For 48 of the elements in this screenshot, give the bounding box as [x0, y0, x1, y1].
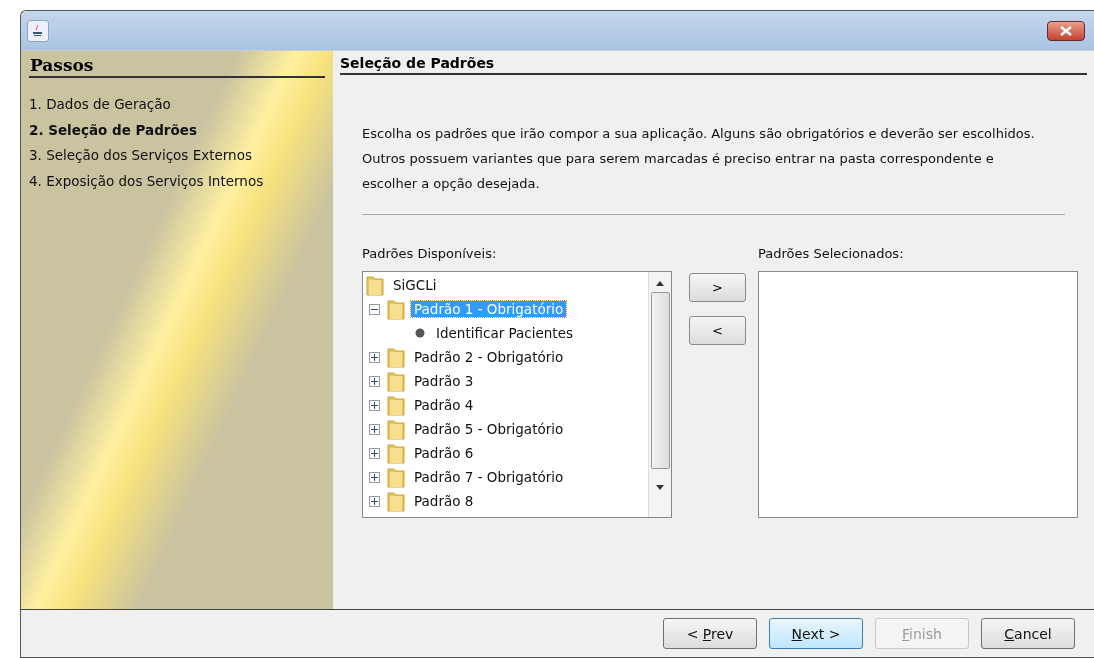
expand-icon[interactable] [369, 399, 380, 411]
steps-title: Passos [29, 55, 325, 78]
folder-icon [386, 346, 406, 368]
folder-icon [386, 394, 406, 416]
tree-view[interactable]: SiGCLi Padrão 1 - Obrigatório Identificar Pacientes Padrão 2 - Obrigatório Padrão 3 Padrão 4 Padrão 5 - Obrigatório Padrão 6 Padrão 7 - Obrigatório Padrão 8 [362, 271, 672, 518]
bullet-icon [415, 328, 425, 338]
step-item: 1. Dados de Geração [29, 95, 172, 114]
wizard-button[interactable]: Next > [769, 618, 863, 649]
folder-icon [365, 274, 385, 296]
tree-item[interactable]: Padrão 7 - Obrigatório [411, 469, 567, 485]
app-icon [27, 19, 49, 42]
folder-icon [386, 298, 406, 320]
wizard-button[interactable]: < Prev [663, 618, 757, 649]
step-item: 2. Seleção de Padrões [29, 120, 198, 140]
step-item: 4. Exposição dos Serviços Internos [29, 171, 265, 191]
tree-item[interactable]: SiGCLi [390, 277, 440, 293]
scroll-up-icon[interactable] [656, 281, 664, 286]
selected-label: Padrões Selecionados: [758, 246, 905, 261]
transfer-button[interactable]: < [689, 316, 746, 345]
tree-item[interactable]: Padrão 5 - Obrigatório [411, 421, 567, 437]
folder-icon [386, 490, 406, 512]
expand-icon[interactable] [369, 471, 380, 483]
tree-item[interactable]: Padrão 3 [411, 373, 477, 389]
close-icon [1059, 25, 1073, 36]
folder-icon [386, 418, 406, 440]
collapse-icon[interactable] [369, 303, 380, 315]
wizard-button[interactable]: Cancel [981, 618, 1075, 649]
transfer-button[interactable]: > [689, 273, 746, 302]
tree-item[interactable]: Padrão 4 [411, 397, 477, 413]
expand-icon[interactable] [369, 495, 380, 507]
close-button[interactable] [1047, 20, 1085, 41]
step-item: 3. Seleção dos Serviços Externos [29, 146, 253, 165]
folder-icon [386, 466, 406, 488]
expand-icon[interactable] [369, 375, 380, 387]
expand-icon[interactable] [369, 351, 380, 363]
tree-item[interactable]: Identificar Pacientes [433, 325, 576, 341]
tree-item[interactable]: Padrão 2 - Obrigatório [411, 349, 567, 365]
available-label: Padrões Disponíveis: [362, 246, 498, 261]
folder-icon [386, 370, 406, 392]
folder-icon [386, 442, 406, 464]
tree-item[interactable]: Padrão 8 [411, 493, 477, 509]
scroll-down-icon[interactable] [656, 485, 664, 490]
page-title: Seleção de Padrões [340, 55, 1087, 75]
expand-icon[interactable] [369, 447, 380, 459]
tree-item[interactable]: Padrão 6 [411, 445, 477, 461]
description-text: Escolha os padrões que irão compor a sua aplicação. Alguns são obrigatórios e deverão ser escolhidos. Outros possuem variantes que para serem marcadas é preciso entrar na pasta correspondente e escolher a opção desejada. [362, 125, 1036, 193]
scrollbar[interactable] [648, 272, 671, 517]
expand-icon[interactable] [369, 423, 380, 435]
